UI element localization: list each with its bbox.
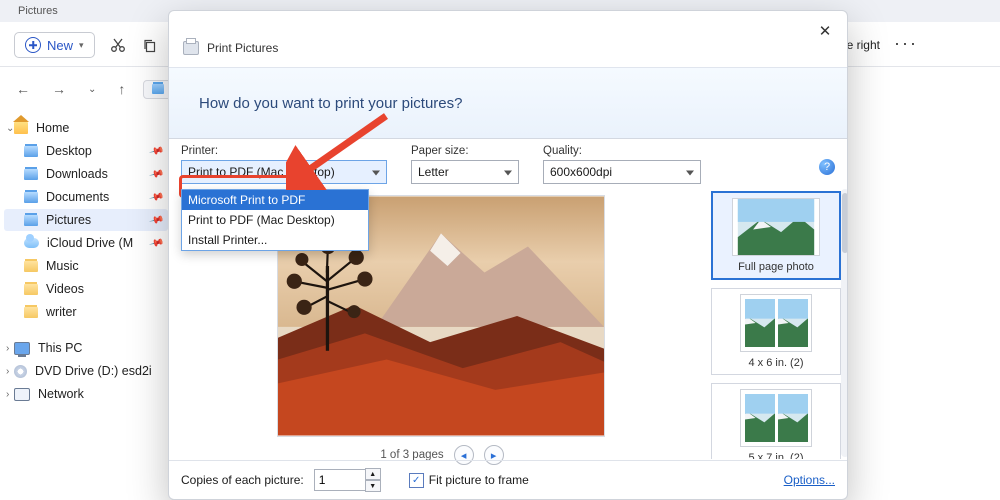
fit-to-frame-checkbox[interactable]: ✓ Fit picture to frame xyxy=(409,473,529,488)
copies-up[interactable]: ▲ xyxy=(365,468,381,480)
sidebar-item-downloads[interactable]: Downloads 📌 xyxy=(4,163,168,185)
net-icon xyxy=(14,388,30,401)
sidebar-item-dvd-drive-d-esd2i[interactable]: › DVD Drive (D:) esd2i xyxy=(4,360,168,382)
printer-dropdown[interactable]: Print to PDF (Mac Desktop) xyxy=(181,160,387,184)
quality-selected: 600x600dpi xyxy=(550,165,612,179)
up-button[interactable]: ↑ xyxy=(114,81,129,97)
cut-icon[interactable] xyxy=(109,36,127,54)
fit-label: Fit picture to frame xyxy=(429,473,529,487)
sidebar-item-home[interactable]: ⌄Home xyxy=(4,117,168,139)
sidebar-item-label: iCloud Drive (M xyxy=(47,236,133,250)
printer-selected: Print to PDF (Mac Desktop) xyxy=(188,165,335,179)
new-button[interactable]: New ▾ xyxy=(14,32,95,58)
recent-chevron[interactable]: ⌄ xyxy=(84,84,100,95)
sidebar-item-label: Home xyxy=(36,121,69,135)
quality-label: Quality: xyxy=(543,145,701,157)
sidebar-item-label: Network xyxy=(38,387,84,401)
explorer-sidebar: ⌄HomeDesktop📌Downloads📌Documents📌Picture… xyxy=(0,112,173,500)
sidebar-item-desktop[interactable]: Desktop 📌 xyxy=(4,140,168,162)
options-link[interactable]: Options... xyxy=(784,473,835,487)
sidebar-item-videos[interactable]: Videos xyxy=(4,278,168,300)
pc-icon xyxy=(14,342,30,355)
sidebar-item-label: Documents xyxy=(46,190,109,204)
bluefld-icon xyxy=(24,215,38,226)
sidebar-item-this-pc[interactable]: › This PC xyxy=(4,337,168,359)
layout-label: 5 x 7 in. (2) xyxy=(748,452,803,459)
paper-dropdown[interactable]: Letter xyxy=(411,160,519,184)
home-icon xyxy=(14,122,28,134)
caret-icon: › xyxy=(6,389,9,400)
dialog-banner: How do you want to print your pictures? xyxy=(169,67,847,139)
bluefld-icon xyxy=(24,192,38,203)
copy-icon[interactable] xyxy=(141,36,159,54)
caret-icon: › xyxy=(6,366,9,377)
forward-button[interactable]: → xyxy=(48,81,70,97)
printer-option[interactable]: Install Printer... xyxy=(182,230,368,250)
sidebar-item-network[interactable]: › Network xyxy=(4,383,168,405)
sidebar-item-label: Music xyxy=(46,259,79,273)
truncated-text: e right xyxy=(847,38,880,52)
layout-option[interactable]: Full page photo xyxy=(711,191,841,280)
fld-icon xyxy=(24,284,38,295)
copies-stepper[interactable]: ▲▼ xyxy=(314,468,381,492)
pin-icon: 📌 xyxy=(148,212,164,228)
layout-scrollbar[interactable] xyxy=(841,189,848,457)
chevron-down-icon: ▾ xyxy=(79,40,84,51)
sidebar-item-label: Pictures xyxy=(46,213,91,227)
printer-option[interactable]: Microsoft Print to PDF xyxy=(182,190,368,210)
sidebar-item-music[interactable]: Music xyxy=(4,255,168,277)
sidebar-item-label: writer xyxy=(46,305,77,319)
printer-dropdown-list: Microsoft Print to PDFPrint to PDF (Mac … xyxy=(181,189,369,251)
pin-icon: 📌 xyxy=(148,166,164,182)
sidebar-item-pictures[interactable]: Pictures 📌 xyxy=(4,209,168,231)
bluefld-icon xyxy=(24,146,38,157)
dialog-title-text: Print Pictures xyxy=(207,41,278,55)
cloud-icon xyxy=(24,238,39,248)
back-button[interactable]: ← xyxy=(12,81,34,97)
sidebar-item-label: Desktop xyxy=(46,144,92,158)
dvd-icon xyxy=(14,365,27,378)
sidebar-item-icloud-drive-m[interactable]: iCloud Drive (M 📌 xyxy=(4,232,168,254)
copies-input[interactable] xyxy=(314,469,366,491)
sidebar-item-label: DVD Drive (D:) esd2i xyxy=(35,364,152,378)
caret-icon: › xyxy=(6,343,9,354)
copies-down[interactable]: ▼ xyxy=(365,480,381,492)
dialog-footer: Copies of each picture: ▲▼ ✓ Fit picture… xyxy=(169,460,847,499)
fld-icon xyxy=(24,307,38,318)
pin-icon: 📌 xyxy=(148,235,164,251)
print-pictures-dialog: ✕ Print Pictures How do you want to prin… xyxy=(168,10,848,500)
new-button-label: New xyxy=(47,38,73,53)
layout-option[interactable]: 4 x 6 in. (2) xyxy=(711,288,841,375)
paper-label: Paper size: xyxy=(411,145,519,157)
pin-icon: 📌 xyxy=(148,143,164,159)
dialog-title: Print Pictures xyxy=(183,41,278,55)
bluefld-icon xyxy=(24,169,38,180)
fld-icon xyxy=(24,261,38,272)
layout-option[interactable]: 5 x 7 in. (2) xyxy=(711,383,841,459)
folder-icon xyxy=(152,84,164,94)
plus-icon xyxy=(25,37,41,53)
printer-label: Printer: xyxy=(181,145,387,157)
sidebar-item-documents[interactable]: Documents 📌 xyxy=(4,186,168,208)
layout-list: Full page photo 4 x 6 in. (2) 5 x 7 in. (2… xyxy=(711,191,841,459)
checkbox-icon: ✓ xyxy=(409,473,424,488)
layout-label: Full page photo xyxy=(738,261,814,273)
close-button[interactable]: ✕ xyxy=(811,17,839,45)
paper-selected: Letter xyxy=(418,165,449,179)
quality-dropdown[interactable]: 600x600dpi xyxy=(543,160,701,184)
help-icon[interactable]: ? xyxy=(819,159,835,175)
copies-label: Copies of each picture: xyxy=(181,473,304,487)
sidebar-item-writer[interactable]: writer xyxy=(4,301,168,323)
sidebar-item-label: This PC xyxy=(38,341,82,355)
sidebar-item-label: Videos xyxy=(46,282,84,296)
printer-option[interactable]: Print to PDF (Mac Desktop) xyxy=(182,210,368,230)
printer-icon xyxy=(183,41,199,55)
pin-icon: 📌 xyxy=(148,189,164,205)
more-icon[interactable]: ··· xyxy=(894,33,918,54)
sidebar-item-label: Downloads xyxy=(46,167,108,181)
layout-label: 4 x 6 in. (2) xyxy=(748,357,803,369)
